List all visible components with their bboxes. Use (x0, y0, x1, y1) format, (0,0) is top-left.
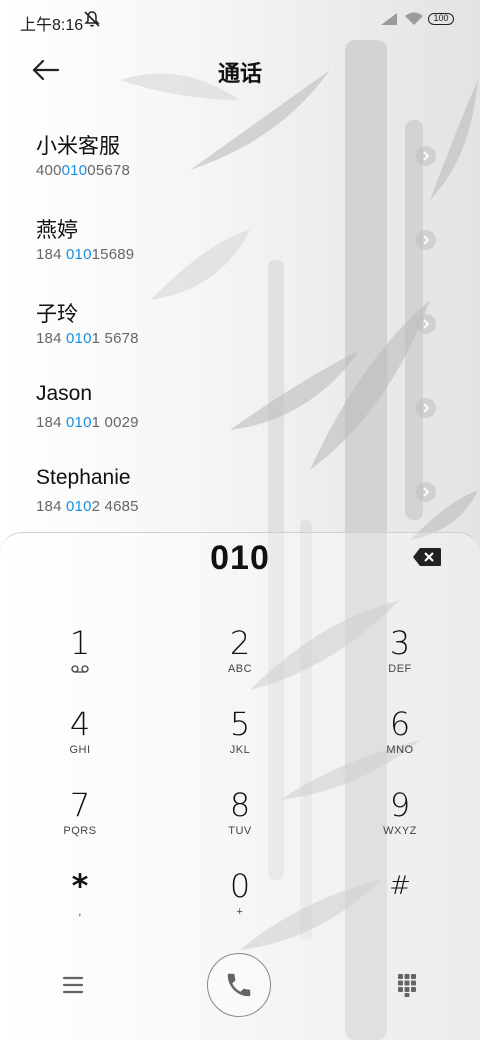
dialpad-panel: 010 1 2 ABC 3 DEF 4 GHI 5 JKL 6 MNO 7 PQ… (0, 532, 480, 1040)
number-suffix: 1 0029 (91, 414, 139, 431)
chevron-right-icon (423, 403, 430, 413)
number-suffix: 1 5678 (91, 330, 139, 347)
key-letters: DEF (388, 663, 412, 675)
dial-key-hash[interactable]: # (340, 868, 460, 938)
contact-name: 燕婷 (36, 219, 78, 242)
key-digit: # (389, 871, 411, 901)
contact-detail-button[interactable] (416, 482, 436, 502)
contact-number: 40001005678 (36, 162, 130, 179)
status-time: 上午8:16 (20, 17, 84, 34)
status-bar: 上午8:16 100 (0, 0, 480, 40)
key-digit: 5 (229, 705, 251, 743)
contact-detail-button[interactable] (416, 230, 436, 250)
key-digit: 0 (229, 867, 251, 905)
dial-key-8[interactable]: 8 TUV (180, 787, 300, 857)
contact-result-item[interactable]: Jason 184 0101 0029 (0, 368, 480, 452)
number-match-highlight: 010 (66, 414, 92, 431)
backspace-button[interactable] (412, 547, 442, 567)
contact-name: 小米客服 (36, 135, 120, 158)
dialed-number: 010 (210, 539, 270, 577)
contact-name: 子玲 (36, 303, 78, 326)
dial-key-star[interactable]: * , (20, 868, 140, 938)
key-digit: 6 (389, 705, 411, 743)
dial-key-1[interactable]: 1 (20, 625, 140, 695)
notification-mute-icon (84, 11, 100, 27)
key-digit: 4 (69, 705, 91, 743)
key-digit: 2 (229, 624, 251, 662)
dial-key-3[interactable]: 3 DEF (340, 625, 460, 695)
contact-result-item[interactable]: 小米客服 40001005678 (0, 116, 480, 200)
dial-key-9[interactable]: 9 WXYZ (340, 787, 460, 857)
number-suffix: 2 4685 (91, 498, 139, 515)
wifi-icon (405, 12, 423, 25)
dial-key-6[interactable]: 6 MNO (340, 706, 460, 776)
number-suffix: 15689 (91, 246, 135, 263)
key-letters: PQRS (63, 825, 97, 837)
key-digit: 8 (229, 786, 251, 824)
number-match-highlight: 010 (61, 162, 88, 179)
contact-name: Jason (36, 382, 93, 405)
signal-icon (381, 13, 397, 25)
contact-result-item[interactable]: 燕婷 184 01015689 (0, 200, 480, 284)
dial-key-4[interactable]: 4 GHI (20, 706, 140, 776)
number-match-highlight: 010 (66, 498, 92, 515)
key-letters: + (236, 906, 244, 918)
top-bar: 通话 (0, 46, 480, 94)
key-letters: JKL (229, 744, 251, 756)
search-results-list: 小米客服 40001005678 燕婷 184 01015689 子玲 184 … (0, 116, 480, 536)
contact-detail-button[interactable] (416, 146, 436, 166)
key-letters: TUV (228, 825, 252, 837)
contact-detail-button[interactable] (416, 398, 436, 418)
key-letters: MNO (386, 744, 414, 756)
contact-result-item[interactable]: Stephanie 184 0102 4685 (0, 452, 480, 536)
number-suffix: 05678 (87, 162, 130, 179)
number-prefix: 184 (36, 498, 66, 515)
number-match-highlight: 010 (66, 330, 92, 347)
backspace-icon (413, 548, 441, 566)
key-letters: ABC (227, 663, 253, 675)
number-match-highlight: 010 (66, 246, 92, 263)
key-digit: 9 (389, 786, 411, 824)
contact-detail-button[interactable] (416, 314, 436, 334)
contact-result-item[interactable]: 子玲 184 0101 5678 (0, 284, 480, 368)
page-title: 通话 (217, 61, 262, 86)
dial-key-5[interactable]: 5 JKL (180, 706, 300, 776)
key-digit: * (71, 867, 89, 905)
contact-number: 184 0102 4685 (36, 498, 139, 515)
key-letters: WXYZ (383, 825, 417, 837)
contact-name: Stephanie (36, 466, 131, 489)
key-letters: GHI (69, 744, 91, 756)
contact-number: 184 0101 5678 (36, 330, 139, 347)
dial-key-0[interactable]: 0 + (180, 868, 300, 938)
chevron-right-icon (423, 235, 430, 245)
key-digit: 3 (389, 624, 411, 662)
number-prefix: 184 (36, 330, 66, 347)
contact-number: 184 0101 0029 (36, 414, 139, 431)
key-digit: 7 (69, 786, 91, 824)
key-digit: 1 (69, 624, 91, 662)
voicemail-icon (71, 665, 89, 673)
dial-key-2[interactable]: 2 ABC (180, 625, 300, 695)
number-prefix: 184 (36, 246, 66, 263)
dial-key-7[interactable]: 7 PQRS (20, 787, 140, 857)
number-prefix: 184 (36, 414, 66, 431)
contact-number: 184 01015689 (36, 246, 134, 263)
chevron-right-icon (423, 151, 430, 161)
chevron-right-icon (423, 487, 430, 497)
battery-indicator: 100 (428, 13, 454, 25)
number-prefix: 400 (36, 162, 62, 179)
key-letters: , (78, 906, 82, 918)
chevron-right-icon (423, 319, 430, 329)
